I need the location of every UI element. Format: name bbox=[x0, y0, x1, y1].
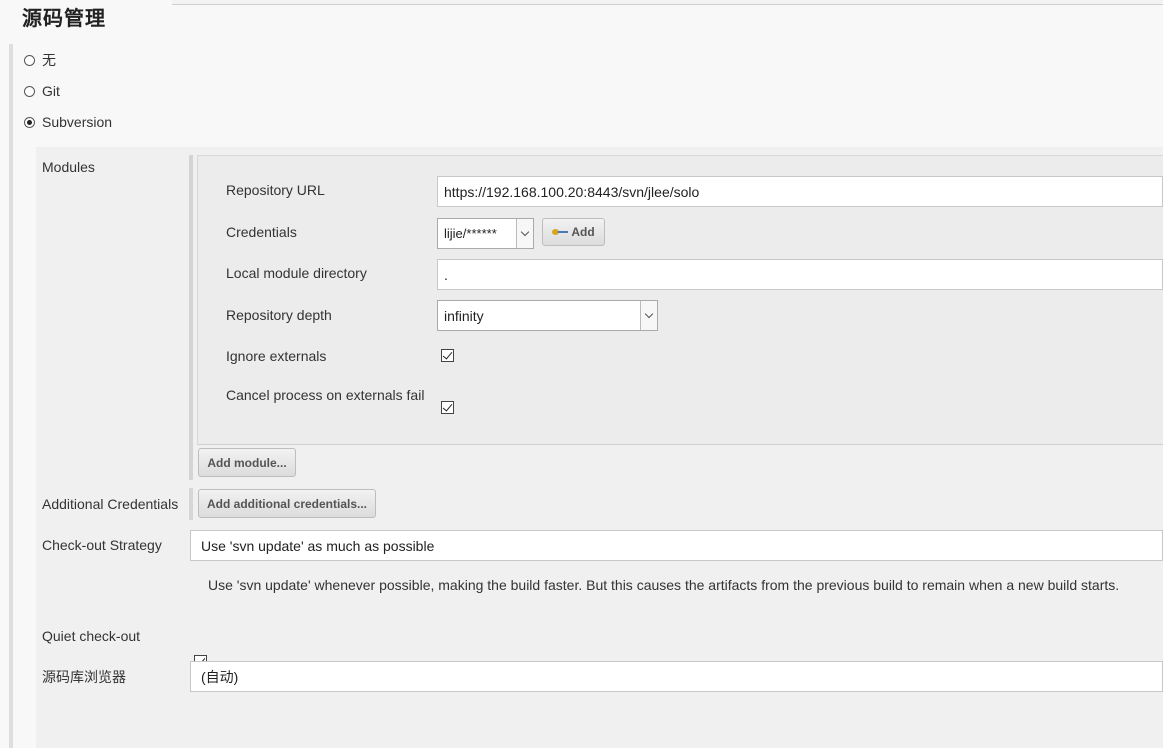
checkout-strategy-label: Check-out Strategy bbox=[42, 537, 162, 553]
checkout-strategy-help: Use 'svn update' whenever possible, maki… bbox=[208, 577, 1120, 593]
add-module-button[interactable]: Add module... bbox=[198, 448, 296, 477]
credentials-value: lijie/****** bbox=[444, 226, 497, 241]
chevron-down-icon bbox=[516, 219, 533, 248]
radio-none[interactable] bbox=[24, 54, 35, 66]
modules-bar bbox=[189, 155, 193, 480]
add-credentials-button[interactable]: Add bbox=[542, 218, 605, 246]
repository-url-input[interactable]: https://192.168.100.20:8443/svn/jlee/sol… bbox=[437, 176, 1163, 207]
modules-label: Modules bbox=[42, 159, 95, 175]
radio-subversion[interactable] bbox=[24, 116, 35, 128]
repository-url-label: Repository URL bbox=[226, 182, 325, 198]
radio-git[interactable] bbox=[24, 85, 35, 97]
ignore-externals-checkbox[interactable] bbox=[441, 349, 454, 362]
add-additional-credentials-button[interactable]: Add additional credentials... bbox=[198, 489, 376, 518]
scm-option-none[interactable]: 无 bbox=[24, 50, 56, 70]
scm-option-git[interactable]: Git bbox=[24, 81, 60, 101]
key-icon bbox=[552, 227, 569, 237]
repo-browser-select[interactable]: (自动) bbox=[190, 661, 1163, 692]
chevron-down-icon bbox=[640, 301, 657, 330]
credentials-select[interactable]: lijie/****** bbox=[437, 218, 534, 249]
tab-strip bbox=[172, 0, 1163, 5]
depth-value: infinity bbox=[444, 307, 484, 324]
additional-credentials-label: Additional Credentials bbox=[42, 496, 179, 512]
checkout-strategy-select[interactable]: Use 'svn update' as much as possible bbox=[190, 530, 1163, 561]
scm-option-label: 无 bbox=[42, 52, 56, 68]
scm-option-label: Git bbox=[42, 83, 60, 99]
cancel-externals-checkbox[interactable] bbox=[441, 401, 454, 414]
section-bar bbox=[9, 44, 13, 748]
local-dir-label: Local module directory bbox=[226, 265, 367, 281]
credentials-label: Credentials bbox=[226, 224, 297, 240]
add-button-label: Add bbox=[571, 225, 595, 239]
section-title: 源码管理 bbox=[22, 6, 106, 30]
depth-label: Repository depth bbox=[226, 307, 332, 323]
ignore-externals-label: Ignore externals bbox=[226, 348, 327, 364]
quiet-checkout-label: Quiet check-out bbox=[42, 628, 141, 644]
cancel-externals-label: Cancel process on externals fail bbox=[226, 387, 425, 403]
scm-option-subversion[interactable]: Subversion bbox=[24, 112, 112, 132]
scm-option-label: Subversion bbox=[42, 114, 113, 130]
additional-credentials-bar bbox=[189, 488, 193, 520]
local-dir-input[interactable]: . bbox=[437, 259, 1163, 290]
repo-browser-label: 源码库浏览器 bbox=[42, 669, 126, 685]
depth-select[interactable]: infinity bbox=[437, 300, 658, 331]
